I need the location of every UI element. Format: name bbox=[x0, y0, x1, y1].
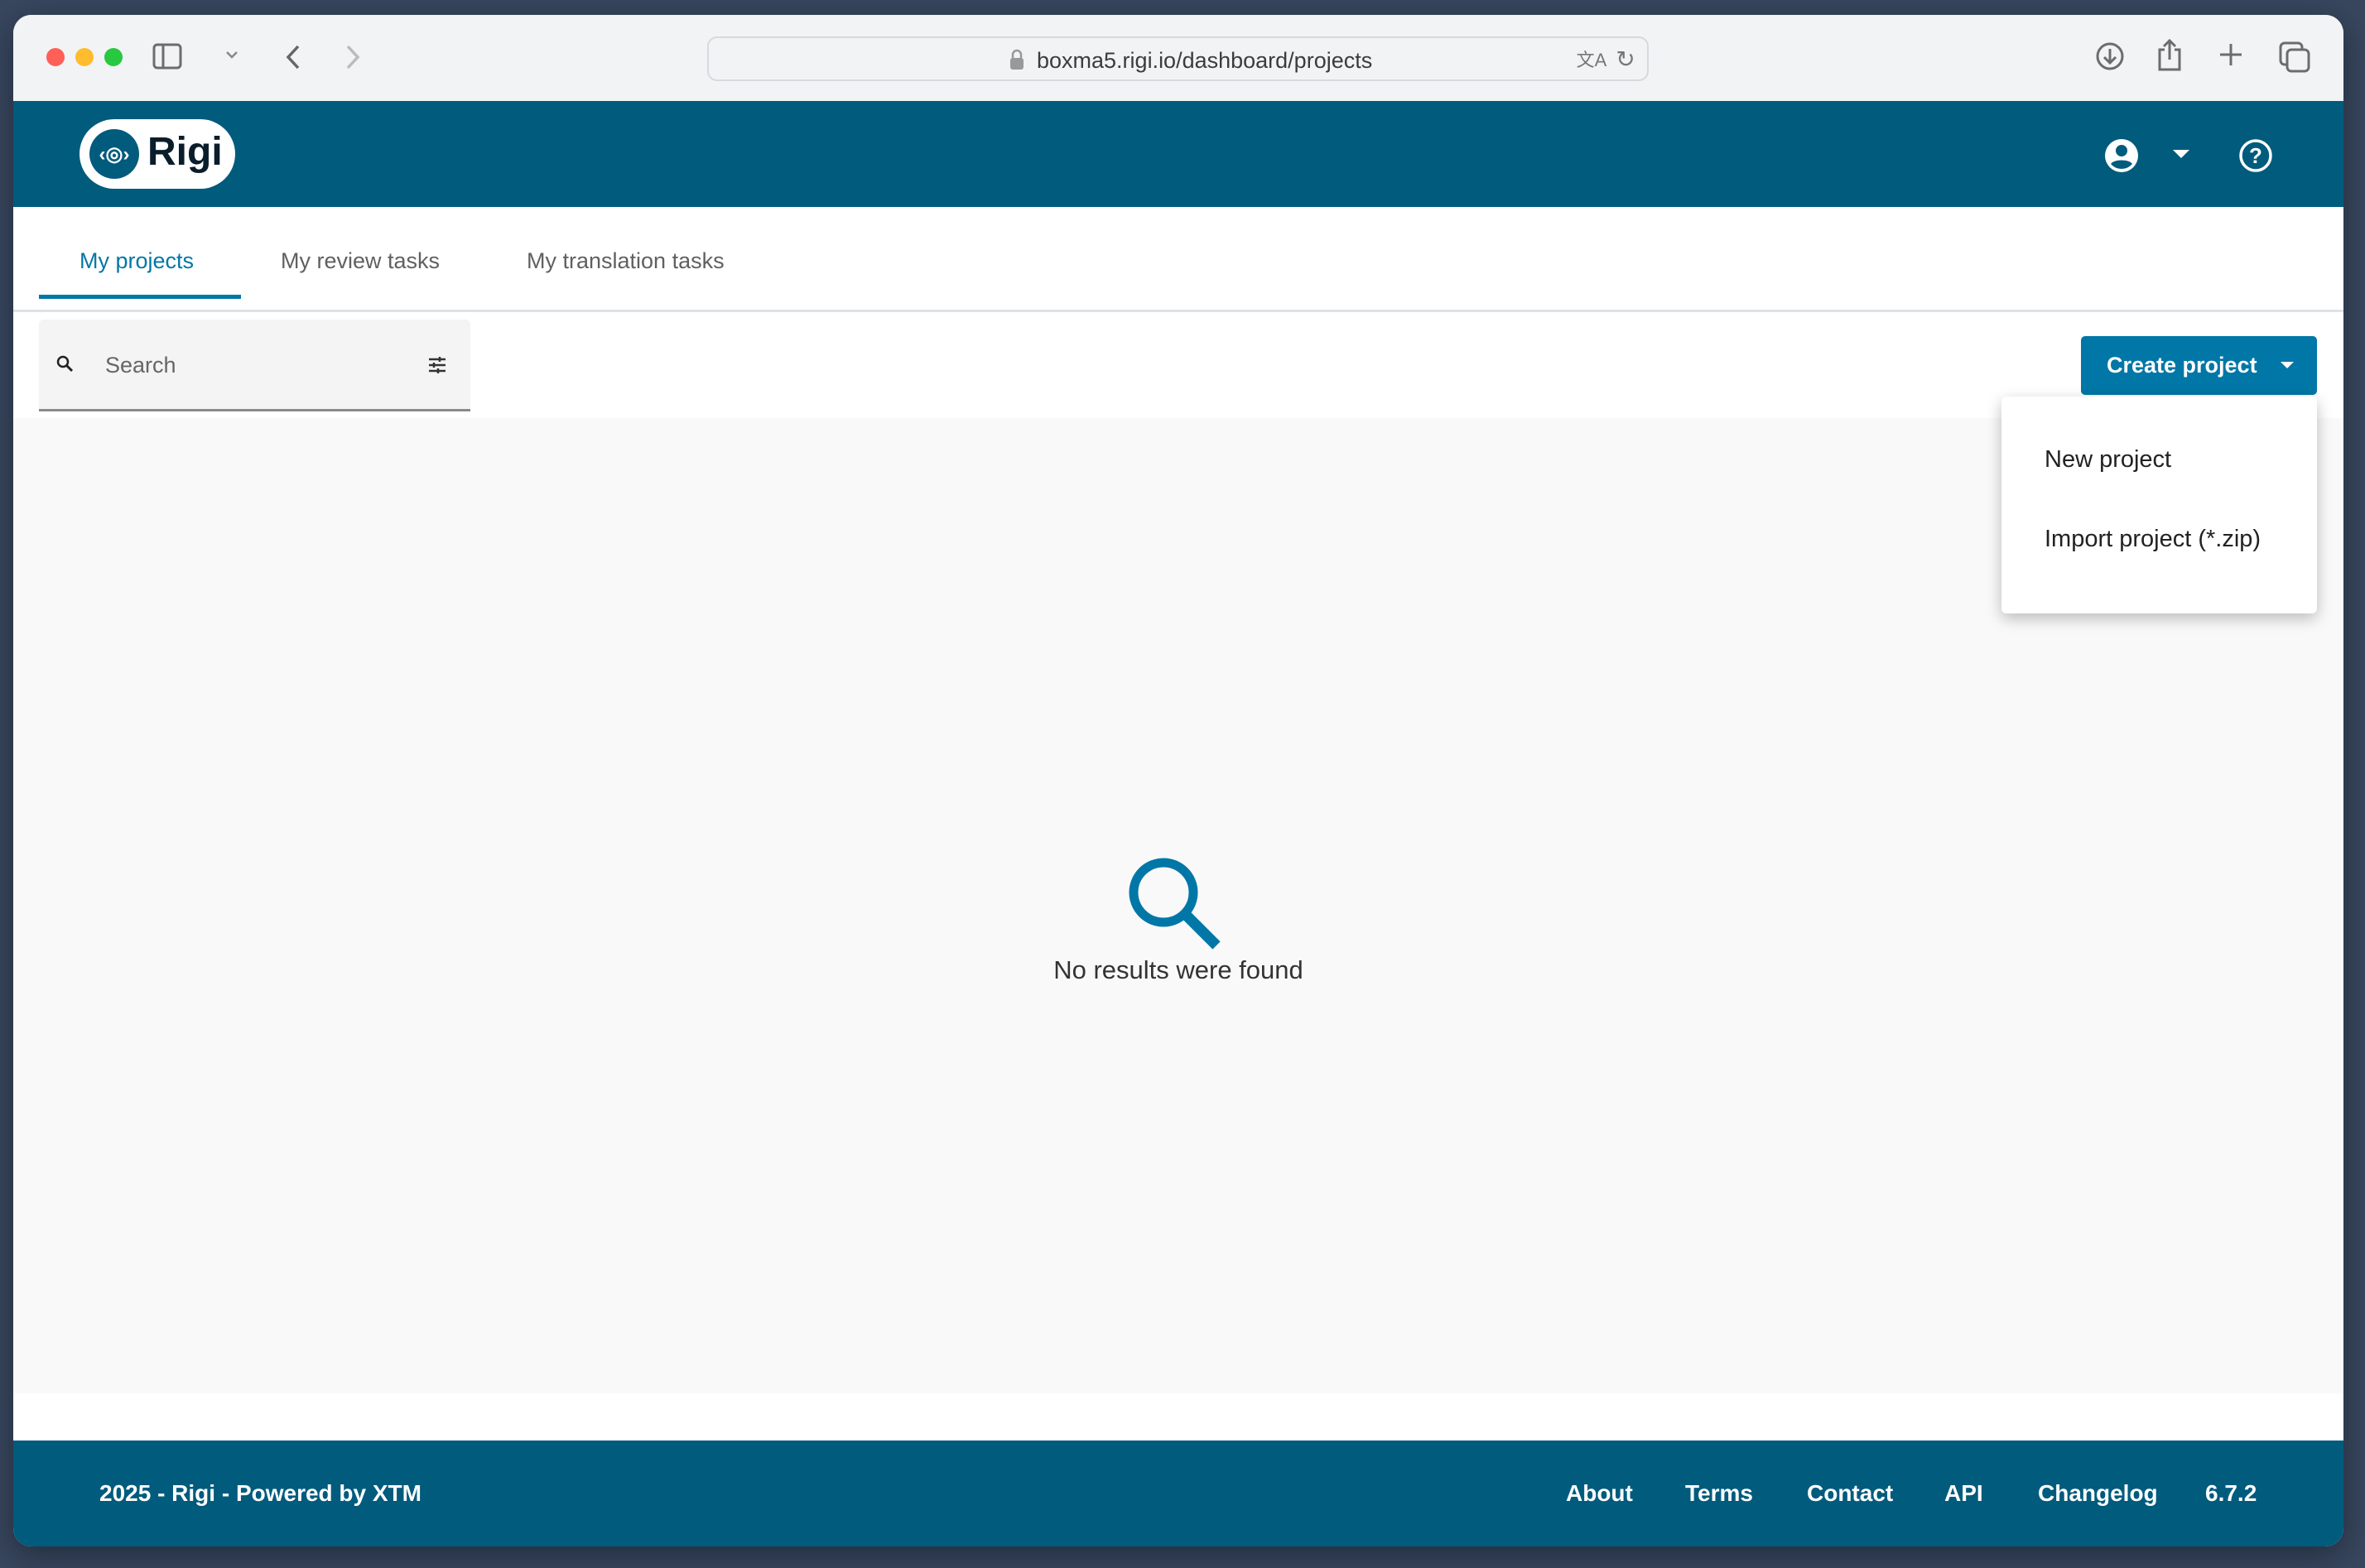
no-results-search-icon bbox=[1120, 849, 1227, 956]
logo-text: Rigi bbox=[147, 130, 223, 174]
back-icon[interactable] bbox=[283, 43, 303, 71]
filter-settings-icon[interactable] bbox=[426, 354, 448, 376]
maximize-window-button[interactable] bbox=[104, 48, 123, 66]
logo-icon: ‹◎› bbox=[89, 129, 139, 179]
lock-icon bbox=[1009, 48, 1025, 71]
footer-link-contact[interactable]: Contact bbox=[1807, 1480, 1893, 1507]
footer-link-changelog[interactable]: Changelog bbox=[2038, 1480, 2158, 1507]
new-tab-icon[interactable] bbox=[2218, 41, 2244, 68]
footer-version: 6.7.2 bbox=[2205, 1480, 2257, 1506]
url-text: boxma5.rigi.io/dashboard/projects bbox=[1037, 48, 1373, 73]
forward-icon[interactable] bbox=[343, 43, 363, 71]
account-icon[interactable] bbox=[2103, 137, 2140, 174]
translate-icon[interactable]: 文A bbox=[1575, 46, 1608, 71]
content-area bbox=[13, 418, 2343, 1393]
share-icon[interactable] bbox=[2156, 38, 2183, 71]
help-icon[interactable]: ? bbox=[2237, 137, 2274, 174]
search-icon bbox=[55, 354, 75, 374]
footer-link-api[interactable]: API bbox=[1944, 1480, 1983, 1507]
footer-link-terms[interactable]: Terms bbox=[1685, 1480, 1753, 1507]
tab-bar: My projects My review tasks My translati… bbox=[13, 207, 2343, 312]
tabs-overview-icon[interactable] bbox=[2279, 41, 2310, 73]
chevron-down-icon[interactable] bbox=[225, 48, 238, 61]
browser-window: boxma5.rigi.io/dashboard/projects 文A ↻ ‹… bbox=[13, 15, 2343, 1546]
active-tab-indicator bbox=[39, 295, 241, 299]
download-icon[interactable] bbox=[2095, 41, 2125, 71]
rigi-logo[interactable]: ‹◎› Rigi bbox=[79, 119, 235, 189]
create-project-button[interactable]: Create project bbox=[2081, 336, 2317, 395]
tab-my-review-tasks[interactable]: My review tasks bbox=[281, 248, 440, 274]
tab-my-projects[interactable]: My projects bbox=[79, 248, 194, 274]
address-bar[interactable]: boxma5.rigi.io/dashboard/projects 文A ↻ bbox=[707, 36, 1649, 81]
search-placeholder: Search bbox=[105, 353, 176, 378]
minimize-window-button[interactable] bbox=[75, 48, 94, 66]
footer-link-about[interactable]: About bbox=[1566, 1480, 1633, 1507]
no-results-message: No results were found bbox=[1053, 955, 1303, 984]
app-header: ‹◎› Rigi ? bbox=[13, 101, 2343, 207]
sidebar-toggle-icon[interactable] bbox=[152, 43, 182, 70]
menu-item-import-project[interactable]: Import project (*.zip) bbox=[2045, 526, 2261, 553]
create-project-label: Create project bbox=[2107, 353, 2257, 378]
create-project-menu: New project Import project (*.zip) bbox=[2001, 397, 2317, 613]
account-menu-caret-icon[interactable] bbox=[2171, 147, 2191, 162]
search-input[interactable]: Search bbox=[39, 320, 470, 411]
close-window-button[interactable] bbox=[46, 48, 65, 66]
footer: 2025 - Rigi - Powered by XTM About Terms… bbox=[13, 1441, 2343, 1546]
caret-down-icon bbox=[2280, 361, 2294, 370]
browser-toolbar: boxma5.rigi.io/dashboard/projects 文A ↻ bbox=[13, 15, 2343, 101]
menu-item-new-project[interactable]: New project bbox=[2045, 446, 2171, 474]
reload-icon[interactable]: ↻ bbox=[1613, 46, 1638, 72]
footer-copyright: 2025 - Rigi - Powered by XTM bbox=[99, 1480, 421, 1506]
tab-my-translation-tasks[interactable]: My translation tasks bbox=[527, 248, 725, 274]
svg-text:?: ? bbox=[2249, 143, 2262, 168]
